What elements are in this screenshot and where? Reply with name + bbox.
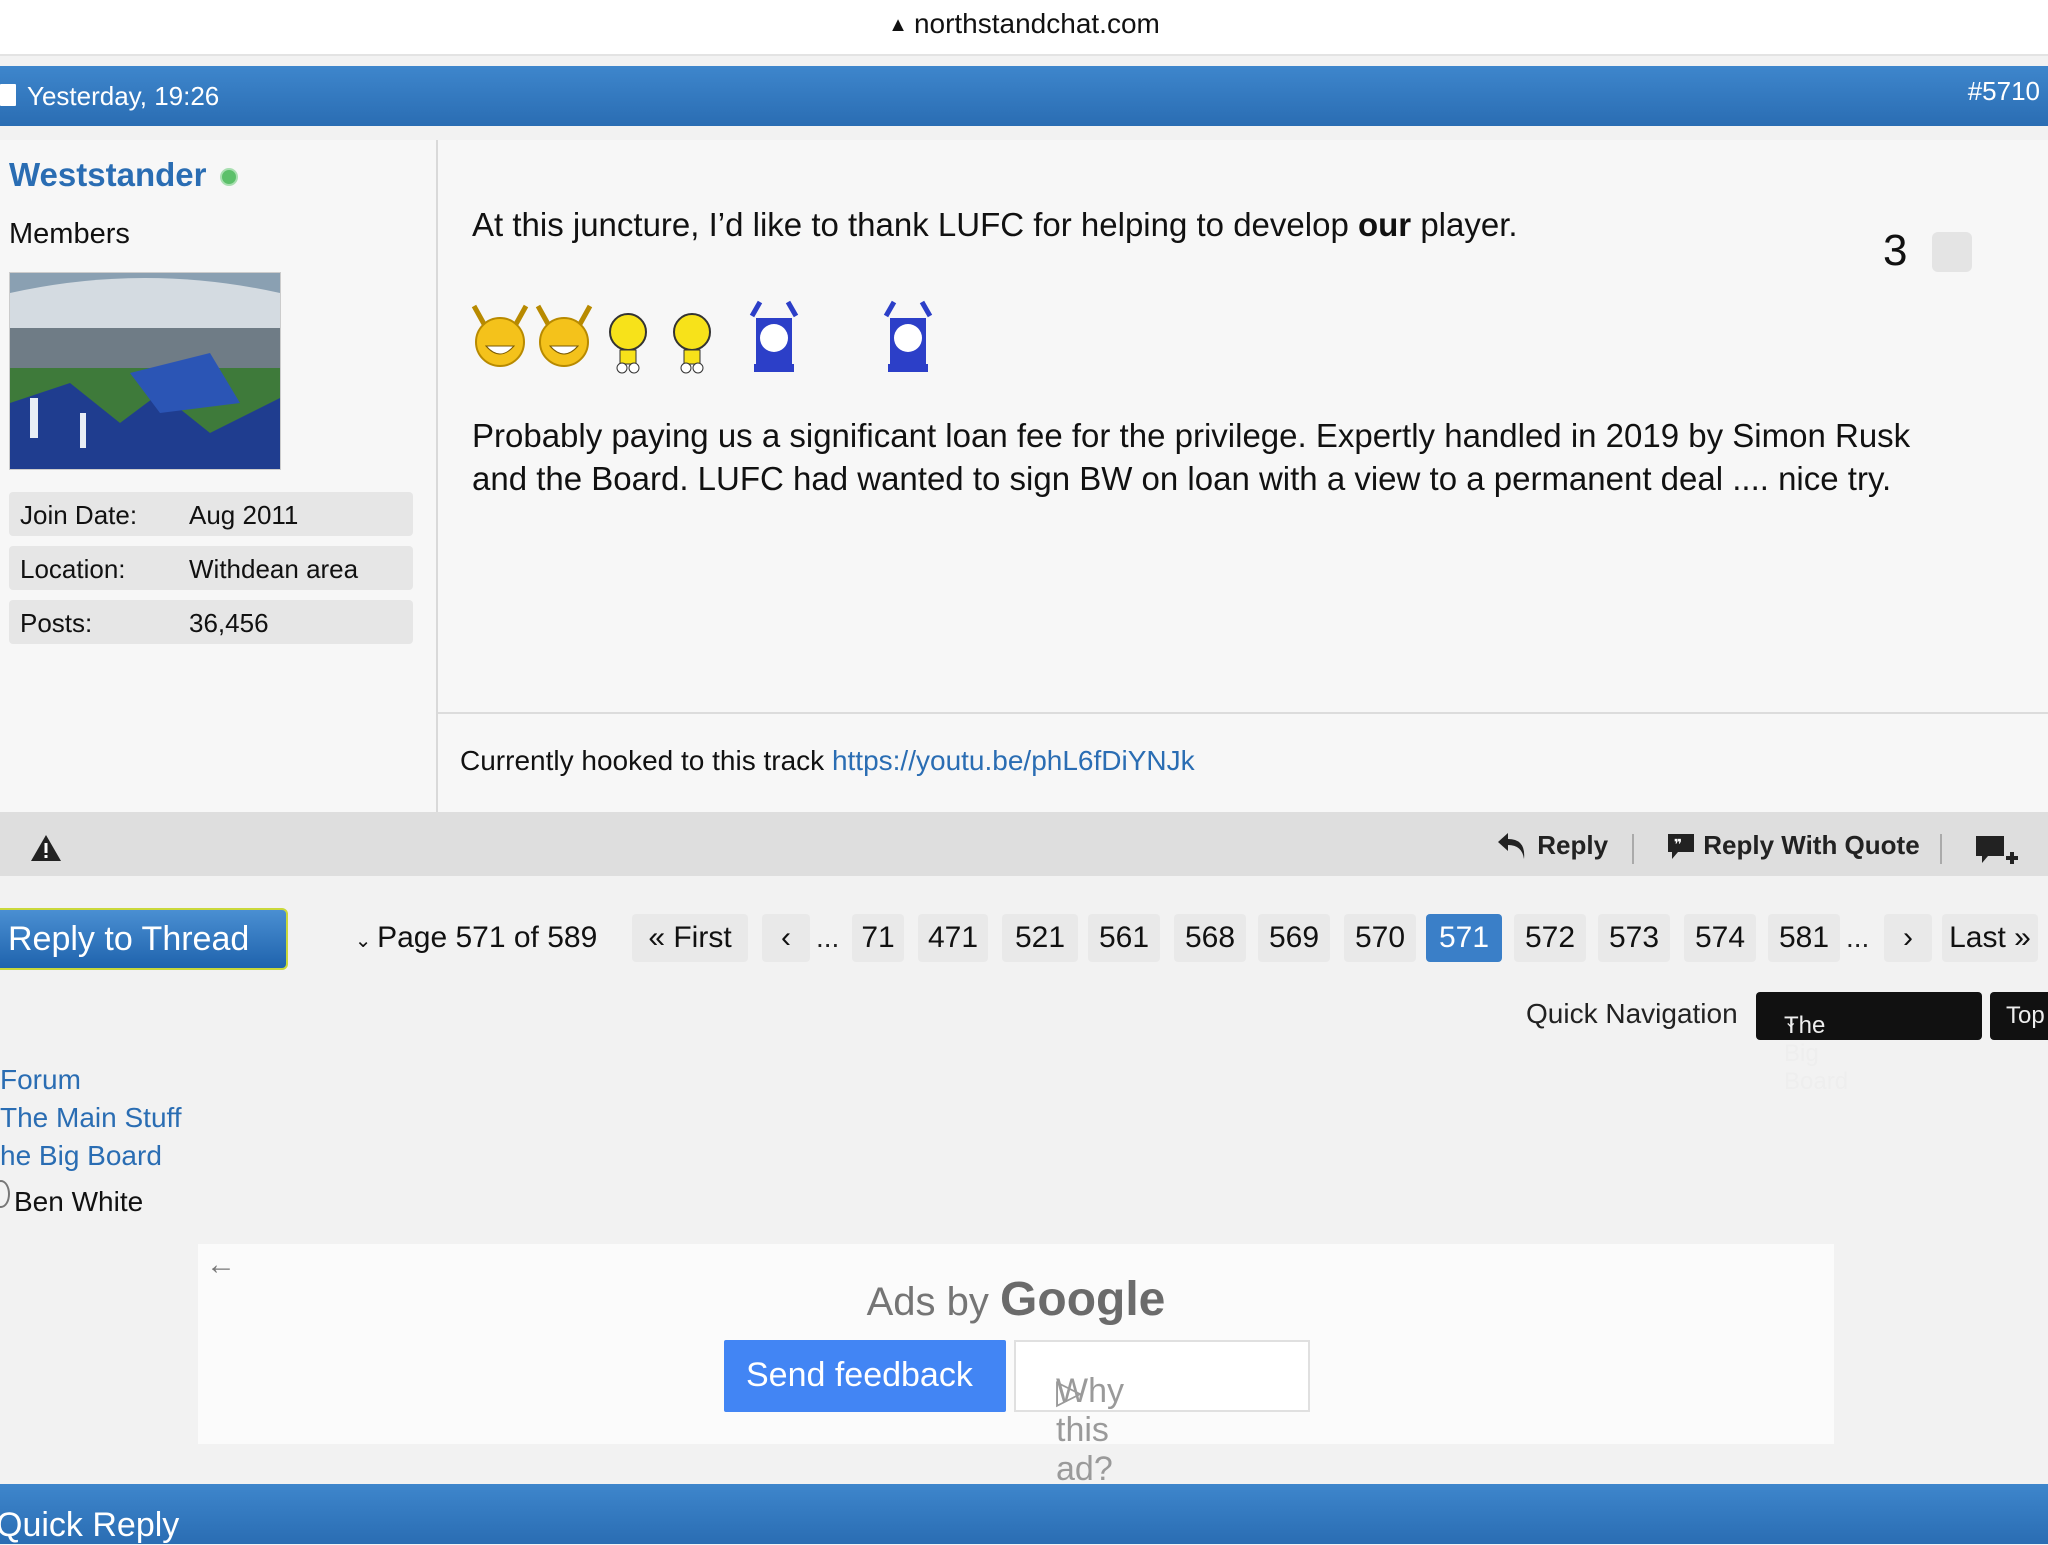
reply-arrow-icon <box>1498 833 1525 859</box>
page-link[interactable]: 568 <box>1174 914 1246 962</box>
top-button[interactable]: Top <box>1990 992 2048 1040</box>
why-this-ad-button[interactable]: Why this ad? ▷ <box>1014 1340 1310 1488</box>
chevron-left-icon: ‹ <box>781 921 791 954</box>
yellow-smiley-icon <box>609 313 647 374</box>
chevron-down-icon: ⌄ <box>354 930 378 952</box>
url-text: northstandchat.com <box>913 8 1160 39</box>
post-date: Yesterday, 19:26 <box>27 81 220 111</box>
next-page-link[interactable]: › <box>1884 914 1932 962</box>
message-paragraph: Probably paying us a significant loan fe… <box>472 417 1911 497</box>
quick-navigation-select[interactable]: ⌄ The Big Board <box>1756 992 1982 1095</box>
signature: Currently hooked to this track https://y… <box>460 745 1195 776</box>
page-link[interactable]: 521 <box>1002 914 1078 962</box>
chevron-right-icon: › <box>1903 921 1913 954</box>
lock-icon: ▲ <box>888 14 908 36</box>
username-link[interactable]: Weststander <box>9 156 206 194</box>
page-link[interactable]: 581 <box>1768 914 1840 962</box>
posts-row: Posts: 36,456 <box>9 600 413 644</box>
user-title: Members <box>9 218 130 250</box>
yellow-smiley-icon <box>673 313 711 374</box>
message-line: At this juncture, I’d like to thank LUFC… <box>472 206 1518 243</box>
page-link[interactable]: 561 <box>1088 914 1160 962</box>
online-status-icon <box>220 168 238 186</box>
avatar[interactable] <box>9 272 281 470</box>
page-link[interactable]: 71 <box>852 914 904 962</box>
double-chevron-left-icon: « <box>648 921 674 954</box>
prev-page-link[interactable]: ‹ <box>762 914 810 962</box>
page-link[interactable]: 574 <box>1684 914 1756 962</box>
reply-button[interactable]: Reply <box>1496 830 1608 861</box>
page-link[interactable]: 572 <box>1514 914 1586 962</box>
breadcrumb-bullet-icon <box>0 1180 10 1208</box>
smiley-row <box>471 300 933 374</box>
last-page-link[interactable]: Last » <box>1942 914 2038 962</box>
send-feedback-button[interactable]: Send feedback <box>724 1340 1006 1412</box>
like-count: 3 <box>1883 226 1908 275</box>
multi-quote-icon[interactable] <box>1974 834 2020 870</box>
join-date-row: Join Date: Aug 2011 <box>9 492 413 536</box>
report-warning-icon[interactable] <box>30 834 62 862</box>
ads-by-google-label: Ads by Google <box>866 1273 1166 1326</box>
stadium-avatar-image <box>10 273 280 469</box>
current-page[interactable]: 571 <box>1426 914 1502 962</box>
post-header-bar <box>0 66 2048 126</box>
laughing-smiley-icon <box>471 304 529 367</box>
document-icon <box>0 84 16 106</box>
breadcrumb-main-stuff[interactable]: The Main Stuff <box>0 1102 182 1134</box>
footer-separator <box>1632 834 1634 864</box>
viking-smiley-icon <box>749 300 799 372</box>
quote-bubble-icon: ❞ <box>1668 834 1694 859</box>
breadcrumb-big-board[interactable]: he Big Board <box>0 1140 162 1172</box>
quick-reply-header[interactable]: Quick Reply <box>0 1484 2048 1544</box>
reply-to-thread-button[interactable]: Reply to Thread <box>0 908 288 970</box>
page-link[interactable]: 569 <box>1258 914 1330 962</box>
post-number-link[interactable]: #5710 <box>1968 76 2040 107</box>
svg-text:❞: ❞ <box>1674 837 1682 853</box>
viking-smiley-icon <box>883 300 933 372</box>
location-row: Location: Withdean area <box>9 546 413 590</box>
quick-navigation-label: Quick Navigation <box>1526 998 1738 1029</box>
url-display[interactable]: ▲ northstandchat.com <box>0 8 2048 40</box>
signature-link[interactable]: https://youtu.be/phL6fDiYNJk <box>832 745 1195 776</box>
page-jump-dropdown[interactable]: ⌄ Page 571 of 589 <box>334 914 618 962</box>
reply-with-quote-button[interactable]: ❞ Reply With Quote <box>1666 830 1920 861</box>
page-link[interactable]: 573 <box>1598 914 1670 962</box>
pagination-ellipsis: ... <box>816 922 840 953</box>
breadcrumb-forum[interactable]: Forum <box>0 1064 81 1096</box>
double-chevron-right-icon: » <box>2005 921 2031 954</box>
breadcrumb-current: Ben White <box>14 1186 144 1217</box>
play-outline-icon: ▷ <box>1056 1373 1083 1411</box>
page-link[interactable]: 471 <box>918 914 988 962</box>
page-link[interactable]: 570 <box>1344 914 1416 962</box>
signature-divider <box>438 712 2048 714</box>
laughing-smiley-icon <box>535 304 593 367</box>
footer-separator <box>1940 834 1942 864</box>
pagination-ellipsis: ... <box>1846 922 1870 953</box>
like-icon[interactable] <box>1932 232 1972 272</box>
first-page-link[interactable]: « First <box>632 914 748 962</box>
